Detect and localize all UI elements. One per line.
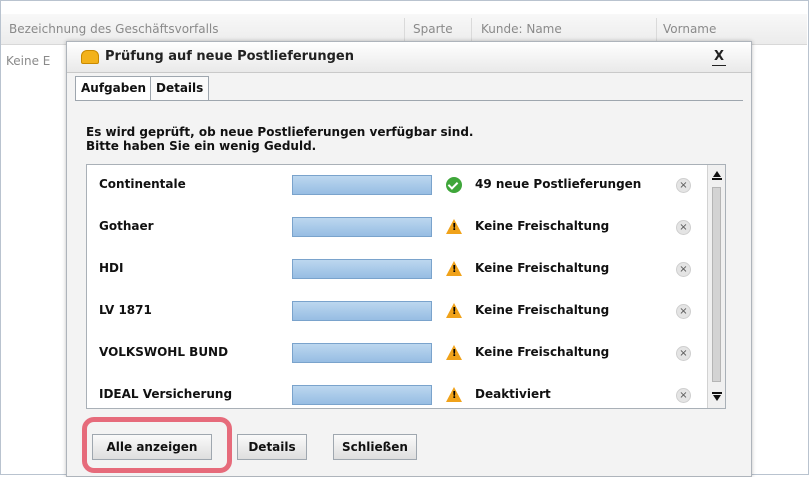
- list-item: LV 1871 Keine Freischaltung ×: [87, 291, 707, 333]
- insurer-name: Continentale: [99, 177, 186, 191]
- list-scrollbar[interactable]: [707, 165, 725, 408]
- status-message-line: Es wird geprüft, ob neue Postlieferungen…: [86, 125, 474, 139]
- progress-bar: [292, 301, 432, 321]
- insurer-name: Gothaer: [99, 219, 154, 233]
- remove-icon[interactable]: ×: [676, 346, 691, 361]
- column-separator: [404, 18, 405, 42]
- insurer-name: VOLKSWOHL BUND: [99, 345, 229, 359]
- list-item: Gothaer Keine Freischaltung ×: [87, 207, 707, 249]
- column-header-customer-name[interactable]: Kunde: Name: [481, 22, 562, 36]
- column-separator: [656, 18, 657, 42]
- list-item: VOLKSWOHL BUND Keine Freischaltung ×: [87, 333, 707, 375]
- progress-bar: [292, 343, 432, 363]
- scroll-up-icon[interactable]: [711, 168, 723, 182]
- tab-divider: [75, 100, 743, 101]
- warning-icon: [446, 303, 462, 318]
- list-item: Continentale 49 neue Postlieferungen ×: [87, 165, 707, 207]
- column-separator: [471, 18, 472, 42]
- insurer-name: HDI: [99, 261, 124, 275]
- mail-check-dialog: Prüfung auf neue Postlieferungen X Aufga…: [66, 41, 752, 477]
- status-text: Keine Freischaltung: [475, 219, 610, 233]
- status-text: Keine Freischaltung: [475, 303, 610, 317]
- background-empty-row: Keine E: [6, 54, 51, 68]
- tab-aufgaben[interactable]: Aufgaben: [75, 76, 153, 101]
- warning-icon: [446, 387, 462, 402]
- insurer-list: Continentale 49 neue Postlieferungen × G…: [86, 164, 726, 409]
- status-message: Es wird geprüft, ob neue Postlieferungen…: [86, 125, 474, 153]
- remove-icon[interactable]: ×: [676, 220, 691, 235]
- insurer-name: LV 1871: [99, 303, 152, 317]
- remove-icon[interactable]: ×: [676, 178, 691, 193]
- status-text: Deaktiviert: [475, 387, 551, 401]
- status-text: 49 neue Postlieferungen: [475, 177, 642, 191]
- remove-icon[interactable]: ×: [676, 388, 691, 403]
- status-text: Keine Freischaltung: [475, 261, 610, 275]
- progress-bar: [292, 385, 432, 405]
- status-message-line: Bitte haben Sie ein wenig Geduld.: [86, 139, 317, 153]
- warning-icon: [446, 261, 462, 276]
- list-item: IDEAL Versicherung Deaktiviert ×: [87, 375, 707, 408]
- status-text: Keine Freischaltung: [475, 345, 610, 359]
- close-button[interactable]: Schließen: [333, 434, 417, 460]
- column-header-description[interactable]: Bezeichnung des Geschäftsvorfalls: [9, 22, 218, 36]
- warning-icon: [446, 219, 462, 234]
- remove-icon[interactable]: ×: [676, 304, 691, 319]
- column-header-first-name[interactable]: Vorname: [663, 22, 716, 36]
- progress-bar: [292, 175, 432, 195]
- list-item: HDI Keine Freischaltung ×: [87, 249, 707, 291]
- scroll-down-icon[interactable]: [711, 391, 723, 405]
- details-button[interactable]: Details: [237, 434, 307, 460]
- close-dialog-button[interactable]: X: [710, 49, 728, 66]
- dialog-title: Prüfung auf neue Postlieferungen: [105, 49, 354, 64]
- remove-icon[interactable]: ×: [676, 262, 691, 277]
- dialog-titlebar[interactable]: Prüfung auf neue Postlieferungen X: [67, 42, 751, 73]
- check-circle-icon: [446, 177, 462, 193]
- mail-icon: [81, 50, 99, 64]
- progress-bar: [292, 259, 432, 279]
- scroll-thumb[interactable]: [712, 187, 721, 382]
- progress-bar: [292, 217, 432, 237]
- warning-icon: [446, 345, 462, 360]
- tab-details[interactable]: Details: [150, 76, 210, 100]
- insurer-name: IDEAL Versicherung: [99, 387, 233, 401]
- highlight-marker: [82, 417, 232, 473]
- column-header-sparte[interactable]: Sparte: [413, 22, 453, 36]
